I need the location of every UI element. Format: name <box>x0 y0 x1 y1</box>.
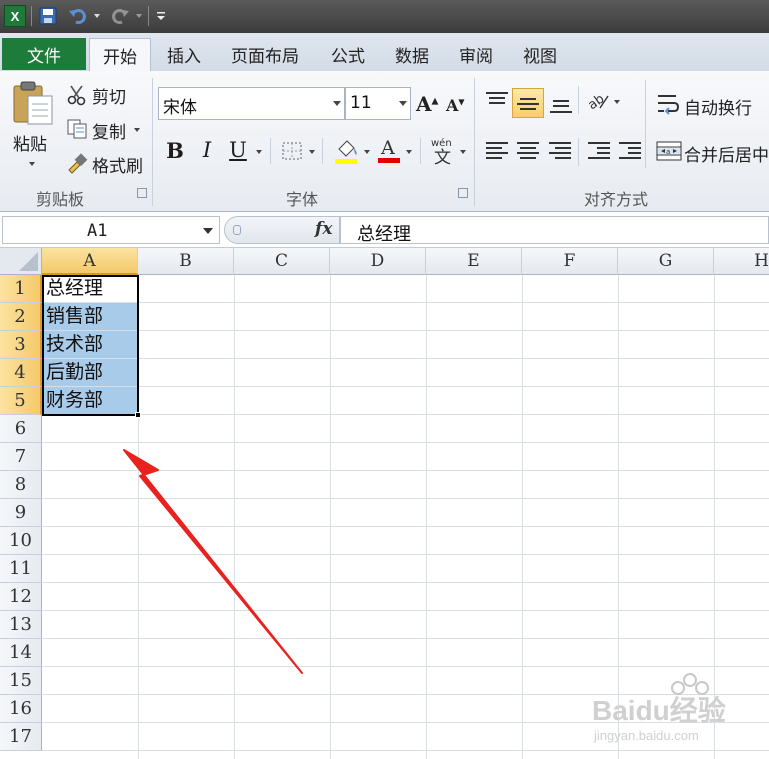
annotation-arrow <box>123 449 303 674</box>
watermark-logo: Baidu经验 jingyan.baidu.com <box>590 670 760 750</box>
watermark-url: jingyan.baidu.com <box>593 728 699 743</box>
watermark-brand: Baidu经验 <box>592 694 726 726</box>
